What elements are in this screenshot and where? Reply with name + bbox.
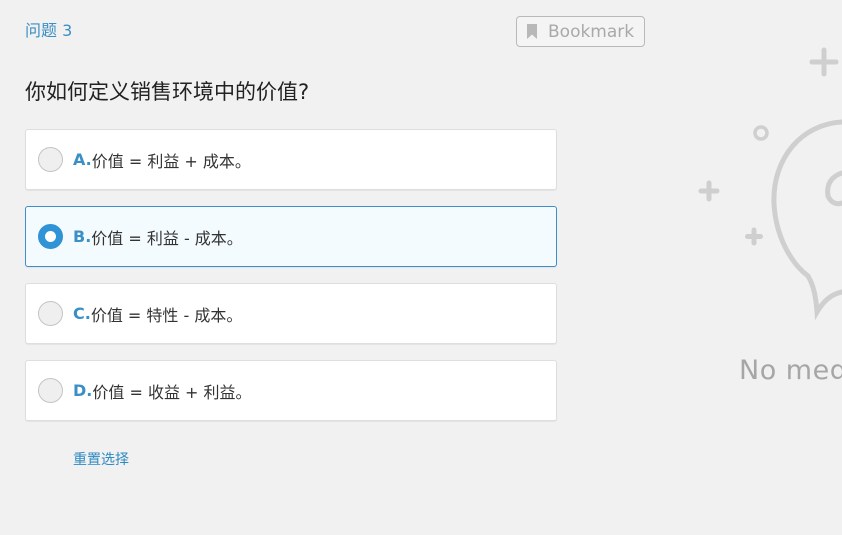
option-a[interactable]: A. 价值 = 利益 + 成本。 <box>25 129 557 190</box>
option-a-text: 价值 = 利益 + 成本。 <box>91 151 251 171</box>
reset-selection-link[interactable]: 重置选择 <box>73 449 129 469</box>
option-c-radio[interactable] <box>38 301 63 326</box>
option-d-text: 价值 = 收益 + 利益。 <box>92 382 252 402</box>
option-a-letter: A. <box>73 150 92 169</box>
option-b-text: 价值 = 利益 - 成本。 <box>91 228 243 248</box>
question-number: 问题 3 <box>25 21 73 40</box>
option-c[interactable]: C. 价值 = 特性 - 成本。 <box>25 283 557 344</box>
no-media-illustration <box>698 47 842 321</box>
answer-options: A. 价值 = 利益 + 成本。 B. 价值 = 利益 - 成本。 C. 价值 … <box>25 129 557 437</box>
option-d-radio[interactable] <box>38 378 63 403</box>
option-a-radio[interactable] <box>38 147 63 172</box>
option-d[interactable]: D. 价值 = 收益 + 利益。 <box>25 360 557 421</box>
option-b[interactable]: B. 价值 = 利益 - 成本。 <box>25 206 557 267</box>
option-c-text: 价值 = 特性 - 成本。 <box>90 305 243 325</box>
bookmark-icon <box>527 24 537 39</box>
option-d-letter: D. <box>73 381 93 400</box>
option-b-letter: B. <box>73 227 92 246</box>
bookmark-label: Bookmark <box>548 21 635 42</box>
option-b-radio[interactable] <box>38 224 63 249</box>
option-c-letter: C. <box>73 304 91 323</box>
bookmark-button[interactable]: Bookmark <box>516 16 645 47</box>
question-text: 你如何定义销售环境中的价值? <box>25 80 310 104</box>
no-media-text: No med <box>739 355 842 386</box>
